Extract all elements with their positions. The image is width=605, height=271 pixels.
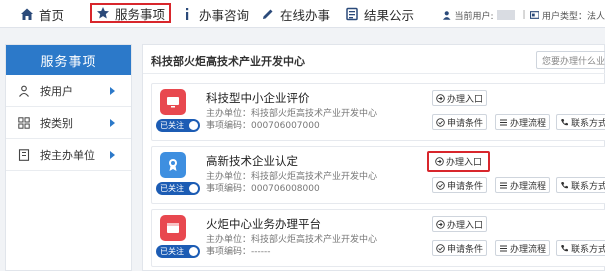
- service-code: 事项编码：------: [206, 247, 271, 257]
- phone-icon: [561, 181, 568, 188]
- chevron-right-icon: [110, 151, 115, 159]
- check-circle-icon: [436, 243, 445, 253]
- sidebar-title: 服务事项: [6, 45, 131, 75]
- follow-toggle[interactable]: 已关注: [156, 245, 200, 258]
- service-card: 已关注 火炬中心业务办理平台 主办单位：科技部火炬高技术产业开发中心 事项编码：…: [151, 209, 605, 267]
- document-icon: [346, 7, 358, 21]
- button-label: 办理流程: [510, 244, 547, 255]
- award-icon: [160, 152, 186, 178]
- service-code: 事项编码：000706007000: [206, 121, 320, 131]
- current-user-label: 当前用户:: [454, 11, 494, 22]
- search-placeholder: 您要办理什么业务？: [542, 56, 605, 67]
- contact-button[interactable]: 联系方式: [556, 240, 605, 256]
- follow-toggle[interactable]: 已关注: [156, 182, 200, 195]
- phone-icon: [561, 118, 568, 125]
- top-nav: 首页 服务事项 办事咨询 在线办事 结果公示 当前用户: | 用户类型：法人: [0, 0, 605, 28]
- conditions-button[interactable]: 申请条件: [432, 177, 488, 193]
- nav-online[interactable]: 在线办事: [261, 5, 330, 23]
- user-outline-icon: [19, 85, 29, 97]
- chevron-right-icon: [110, 119, 115, 127]
- info-icon: [186, 8, 189, 20]
- monitor-icon: [160, 89, 186, 115]
- user-area: 当前用户: | 用户类型：法人: [442, 8, 605, 22]
- service-card: 已关注 高新技术企业认定 主办单位：科技部火炬高技术产业开发中心 事项编码：00…: [151, 146, 605, 204]
- nav-consult-label: 办事咨询: [199, 7, 250, 23]
- nav-online-label: 在线办事: [280, 7, 331, 23]
- sidebar-item-by-user[interactable]: 按用户: [6, 75, 131, 107]
- button-label: 申请条件: [447, 181, 484, 192]
- arrow-circle-icon: [436, 219, 445, 229]
- sidebar-item-label: 按主办单位: [40, 148, 95, 162]
- handle-entry-button[interactable]: 办理入口: [427, 151, 491, 172]
- building-icon: [18, 148, 30, 161]
- nav-services[interactable]: 服务事项: [90, 3, 172, 23]
- star-icon: [97, 7, 109, 19]
- platform-icon: [160, 215, 186, 241]
- button-label: 办理流程: [510, 118, 547, 129]
- sidebar: 服务事项 按用户 按类别 按主办单位: [5, 44, 132, 271]
- check-circle-icon: [436, 117, 445, 127]
- contact-button[interactable]: 联系方式: [556, 177, 605, 193]
- sidebar-item-by-category[interactable]: 按类别: [6, 107, 131, 139]
- toggle-knob: [189, 247, 198, 256]
- arrow-circle-icon: [435, 157, 444, 166]
- service-title[interactable]: 火炬中心业务办理平台: [206, 216, 321, 232]
- button-label: 联系方式: [571, 244, 605, 255]
- service-title[interactable]: 高新技术企业认定: [206, 153, 298, 169]
- service-title[interactable]: 科技型中小企业评价: [206, 90, 310, 106]
- sidebar-item-by-org[interactable]: 按主办单位: [6, 139, 131, 171]
- conditions-button[interactable]: 申请条件: [432, 114, 488, 130]
- nav-results-label: 结果公示: [364, 7, 415, 23]
- sidebar-item-label: 按用户: [40, 84, 73, 98]
- contact-button[interactable]: 联系方式: [556, 114, 605, 130]
- conditions-button[interactable]: 申请条件: [432, 240, 488, 256]
- button-label: 申请条件: [447, 118, 484, 129]
- grid-icon: [18, 116, 30, 129]
- home-icon: [21, 8, 33, 20]
- list-icon: [500, 119, 507, 125]
- list-icon: [500, 182, 507, 188]
- button-label: 申请条件: [447, 244, 484, 255]
- masked-username: [496, 10, 516, 20]
- nav-results[interactable]: 结果公示: [345, 5, 414, 23]
- follow-label: 已关注: [160, 247, 184, 256]
- process-button[interactable]: 办理流程: [495, 240, 551, 256]
- handle-entry-button[interactable]: 办理入口: [432, 216, 488, 232]
- follow-label: 已关注: [160, 121, 184, 130]
- follow-toggle[interactable]: 已关注: [156, 119, 200, 132]
- nav-home-label: 首页: [39, 7, 65, 23]
- sidebar-item-label: 按类别: [40, 116, 73, 130]
- chevron-right-icon: [110, 87, 115, 95]
- button-label: 联系方式: [571, 118, 605, 129]
- user-type-label: 用户类型：法人: [541, 11, 605, 22]
- nav-home[interactable]: 首页: [20, 5, 64, 23]
- follow-label: 已关注: [160, 184, 184, 193]
- process-button[interactable]: 办理流程: [495, 177, 551, 193]
- button-label: 办理入口: [446, 158, 483, 168]
- pencil-icon: [263, 9, 273, 19]
- nav-consult[interactable]: 办事咨询: [180, 5, 249, 23]
- button-label: 办理入口: [447, 94, 484, 105]
- process-button[interactable]: 办理流程: [495, 114, 551, 130]
- arrow-circle-icon: [436, 93, 445, 103]
- search-input[interactable]: 您要办理什么业务？: [536, 51, 605, 69]
- user-icon: [442, 11, 451, 20]
- button-label: 办理流程: [510, 181, 547, 192]
- service-code: 事项编码：000706008000: [206, 184, 320, 194]
- main-panel: 科技部火炬高技术产业开发中心 您要办理什么业务？ 已关注 科技型中小企业评价 主…: [142, 44, 605, 271]
- list-icon: [500, 245, 507, 251]
- check-circle-icon: [436, 180, 445, 190]
- page-title: 科技部火炬高技术产业开发中心: [151, 55, 305, 68]
- divider: |: [522, 10, 526, 20]
- phone-icon: [561, 244, 568, 251]
- service-card: 已关注 科技型中小企业评价 主办单位：科技部火炬高技术产业开发中心 事项编码：0…: [151, 83, 605, 141]
- nav-services-label: 服务事项: [115, 6, 166, 22]
- toggle-knob: [189, 184, 198, 193]
- toggle-knob: [189, 121, 198, 130]
- button-label: 办理入口: [447, 220, 484, 231]
- divider: [143, 73, 605, 74]
- id-card-icon: [529, 11, 539, 19]
- handle-entry-button[interactable]: 办理入口: [432, 90, 488, 106]
- button-label: 联系方式: [571, 181, 605, 192]
